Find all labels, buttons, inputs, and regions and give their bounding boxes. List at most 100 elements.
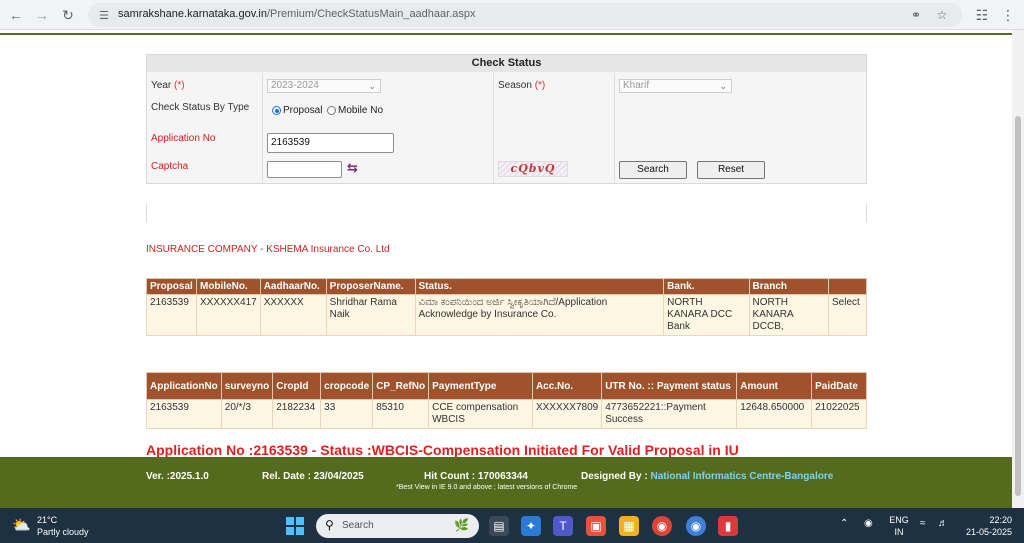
cell-proposal: 2163539 (146, 294, 197, 336)
header-line (0, 33, 1012, 35)
captcha-label: Captcha (151, 161, 189, 172)
search-icon: ⚲ (325, 518, 334, 532)
radio-mobile[interactable]: Mobile No (327, 105, 383, 116)
year-label-text: Year (151, 80, 172, 91)
page-content: Check Status Year (*) 2023-2024 ⌄ Season … (0, 30, 1012, 508)
weather-temperature[interactable]: 21°C (37, 515, 57, 525)
application-no-label: Application No (151, 133, 216, 144)
taskbar-search[interactable]: ⚲ Search 🌿 (316, 514, 479, 538)
tray-app-icon[interactable]: ◉ (864, 518, 873, 529)
scrollbar-thumb[interactable] (1015, 116, 1021, 496)
check-status-panel: Check Status Year (*) 2023-2024 ⌄ Season … (146, 54, 867, 184)
extensions-icon[interactable]: ☷ (972, 5, 992, 25)
copilot-icon[interactable]: ✦ (521, 516, 541, 536)
menu-icon[interactable]: ⋮ (998, 5, 1018, 25)
col-application-no: ApplicationNo (146, 372, 222, 400)
footer-browser-note: *Best View in IE 9.0 and above ; latest … (396, 484, 578, 491)
taskbar: ⛅ 21°C Partly cloudy ⚲ Search 🌿 ▤ ✦ T ▣ … (0, 508, 1024, 543)
bookmark-star-icon[interactable]: ☆ (934, 7, 950, 23)
chrome-active-icon[interactable]: ◉ (686, 516, 706, 536)
url-path: /Premium/CheckStatusMain_aadhaar.aspx (267, 8, 476, 20)
forward-icon[interactable]: → (32, 5, 52, 25)
chrome-icon[interactable]: ◉ (652, 516, 672, 536)
clock-time: 22:20 (989, 515, 1012, 525)
cell-survey-no: 20/*/3 (220, 399, 274, 429)
col-payment-type: PaymentType (428, 372, 533, 400)
table-header-row: ApplicationNo surveyno CropId cropcode C… (146, 372, 867, 400)
cell-cp-ref-no: 85310 (372, 399, 430, 429)
select-link[interactable]: Select (828, 294, 867, 336)
reset-button[interactable]: Reset (697, 161, 765, 179)
captcha-refresh-icon[interactable]: ⇆ (347, 160, 358, 176)
insurance-company-text: INSURANCE COMPANY - KSHEMA Insurance Co.… (146, 244, 390, 255)
chevron-down-icon: ⌄ (719, 81, 727, 91)
password-key-icon[interactable]: ⚭ (908, 7, 924, 23)
col-crop-code: cropcode (320, 372, 374, 400)
chevron-down-icon: ⌄ (368, 81, 376, 91)
season-label: Season (*) (498, 80, 545, 91)
radio-proposal[interactable]: Proposal (272, 105, 322, 116)
col-mobile: MobileNo. (195, 278, 261, 295)
site-info-icon[interactable]: ☰ (96, 7, 112, 23)
required-mark: (*) (534, 80, 546, 91)
captcha-input[interactable] (267, 161, 342, 178)
col-bank: Bank. (663, 278, 750, 295)
check-by-type-label: Check Status By Type (151, 102, 250, 113)
url-domain: samrakshane.karnataka.gov.in (118, 8, 267, 20)
radio-proposal-label: Proposal (283, 105, 323, 116)
clock-date: 21-05-2025 (965, 527, 1012, 537)
col-branch: Branch (748, 278, 830, 295)
proposal-table: Proposal MobileNo. AadhaarNo. ProposerNa… (146, 278, 867, 336)
reload-icon[interactable]: ↻ (58, 5, 78, 25)
lang-top: ENG (889, 515, 909, 525)
col-aadhaar: AadhaarNo. (259, 278, 327, 295)
back-icon[interactable]: ← (6, 5, 26, 25)
weather-cloud-icon[interactable]: ⛅ (12, 516, 32, 534)
search-highlight-icon: 🌿 (454, 518, 469, 532)
taskbar-search-placeholder: Search (342, 520, 374, 531)
cell-branch: NORTH KANARA DCCB, (748, 294, 830, 336)
col-status: Status. (414, 278, 665, 295)
wifi-icon[interactable]: ≈ (920, 518, 926, 529)
windows-start-icon[interactable] (286, 517, 304, 535)
application-no-input[interactable]: 2163539 (267, 133, 394, 153)
office-icon[interactable]: ▣ (586, 516, 606, 536)
browser-toolbar: ← → ↻ ☰ samrakshane.karnataka.gov.in/Pre… (0, 0, 1024, 30)
year-select[interactable]: 2023-2024 ⌄ (267, 79, 381, 93)
designed-by-link[interactable]: National Informatics Centre-Bangalore (650, 471, 833, 482)
col-acc-no: Acc.No. (531, 372, 603, 400)
footer-release-date: Rel. Date : 23/04/2025 (262, 471, 364, 482)
cell-paid-date: 21022025 (811, 399, 867, 429)
page-scrollbar[interactable] (1012, 30, 1024, 508)
captcha-image: cQbvQ (498, 161, 568, 177)
app-icon[interactable]: ▮ (718, 516, 738, 536)
task-view-icon[interactable]: ▤ (489, 516, 509, 536)
radio-dot-selected[interactable] (272, 106, 281, 115)
application-status-message: Application No :2163539 - Status :WBCIS-… (146, 442, 739, 458)
cell-payment-type: CCE compensation WBCIS (428, 399, 533, 429)
search-button[interactable]: Search (619, 161, 687, 179)
cell-bank: NORTH KANARA DCC Bank (663, 294, 750, 336)
col-proposal: Proposal (146, 278, 197, 295)
file-explorer-icon[interactable]: ▦ (619, 516, 639, 536)
col-paid-date: PaidDate (811, 372, 867, 400)
radio-dot[interactable] (327, 106, 336, 115)
cell-status: ವಿಮಾ ಕಂಪನಿಯಿಂದ ಅರ್ಜಿ ಸ್ವೀಕೃತಿಯಾಗಿದೆ/Appl… (414, 294, 665, 336)
system-clock[interactable]: 22:20 21-05-2025 (962, 514, 1012, 538)
col-utr-payment-status: UTR No. :: Payment status (601, 372, 738, 400)
payment-table: ApplicationNo surveyno CropId cropcode C… (146, 372, 867, 429)
blank-row (146, 204, 867, 222)
volume-icon[interactable]: ♬ (938, 518, 948, 529)
panel-divider (614, 73, 615, 183)
teams-icon[interactable]: T (553, 516, 573, 536)
tray-chevron-icon[interactable]: ⌃ (840, 518, 848, 529)
col-proposer-name: ProposerName. (325, 278, 416, 295)
year-select-value: 2023-2024 (271, 80, 319, 91)
language-indicator[interactable]: ENG IN (888, 514, 910, 538)
col-select (828, 278, 867, 295)
cell-application-no: 2163539 (146, 399, 222, 429)
season-select[interactable]: Kharif ⌄ (619, 79, 732, 93)
address-bar[interactable]: ☰ samrakshane.karnataka.gov.in/Premium/C… (88, 3, 962, 27)
weather-description[interactable]: Partly cloudy (37, 527, 89, 537)
url-text: samrakshane.karnataka.gov.in/Premium/Che… (118, 8, 476, 20)
